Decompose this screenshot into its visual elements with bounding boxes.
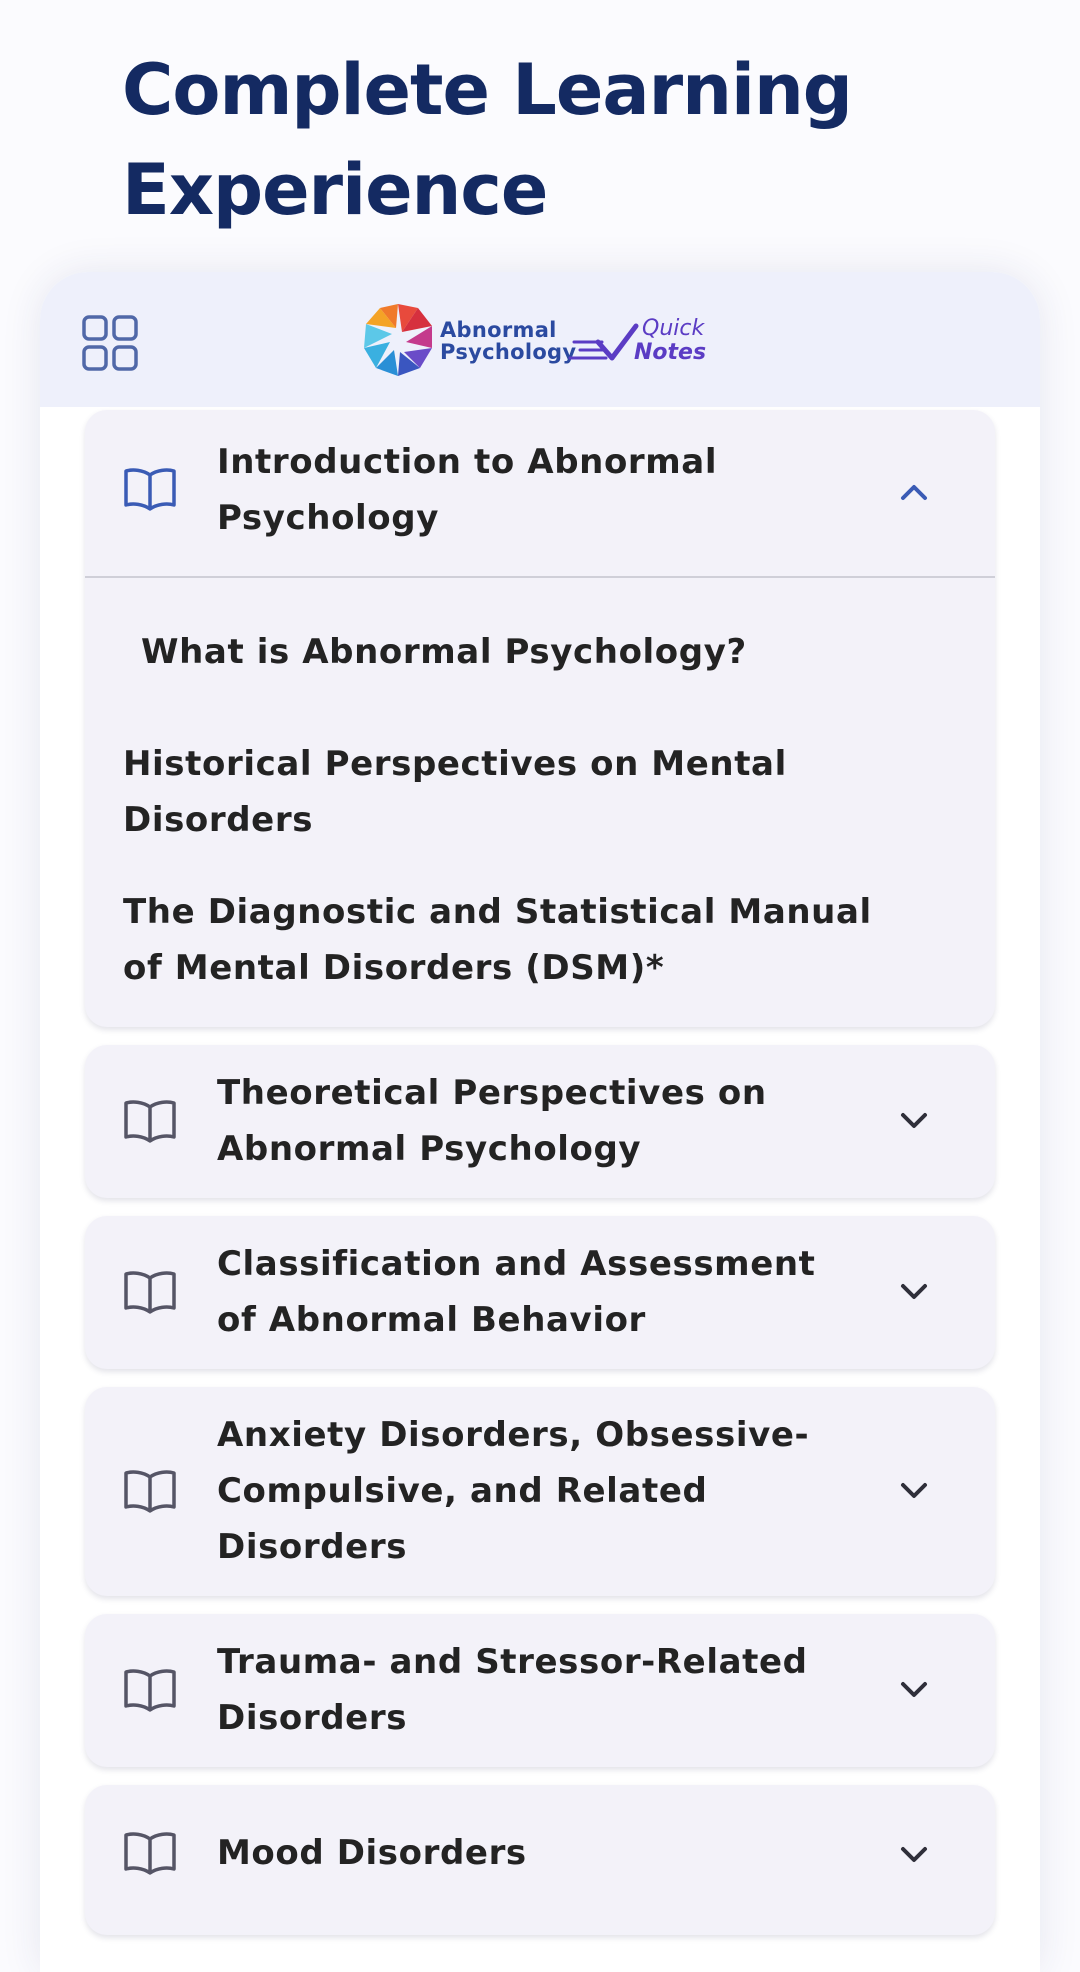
- chapter-title-6: Mood Disorders: [217, 1833, 527, 1873]
- chevron-down-icon[interactable]: [897, 1843, 931, 1867]
- chevron-down-icon[interactable]: [897, 1280, 931, 1304]
- chapter-header-1[interactable]: Introduction to Abnormal Psychology: [85, 410, 995, 578]
- chapter-title-1: Introduction to Abnormal Psychology: [217, 442, 718, 538]
- chapter-accordion-6[interactable]: Mood Disorders: [85, 1785, 995, 1935]
- grid-menu-icon[interactable]: [82, 315, 138, 371]
- app-top-bar: Abnormal Psychology Quick Notes: [40, 272, 1040, 407]
- book-open-icon: [124, 1100, 176, 1143]
- topic-item-1[interactable]: What is Abnormal Psychology?: [141, 624, 901, 680]
- chapter-title-5: Trauma- and Stressor-Related Disorders: [217, 1642, 808, 1738]
- logo-name-line-2: Psychology: [440, 340, 577, 364]
- logo-tag-line-1: Quick: [642, 316, 705, 341]
- book-open-icon: [124, 1271, 176, 1314]
- topic-item-2[interactable]: Historical Perspectives on Mental Disord…: [123, 736, 883, 848]
- chapter-accordion-5[interactable]: Trauma- and Stressor-Related Disorders: [85, 1614, 995, 1767]
- headline-line-1: Complete Learning: [122, 49, 853, 131]
- chapter-accordion-2[interactable]: Theoretical Perspectives on Abnormal Psy…: [85, 1045, 995, 1198]
- app-logo: Abnormal Psychology Quick Notes: [362, 302, 742, 382]
- chapter-accordion-1: Introduction to Abnormal Psychology What…: [85, 410, 995, 1027]
- book-open-icon: [124, 1669, 176, 1712]
- topic-item-3[interactable]: The Diagnostic and Statistical Manual of…: [123, 884, 883, 996]
- chevron-down-icon[interactable]: [897, 1109, 931, 1133]
- chapter-title-3: Classification and Assessment of Abnorma…: [217, 1244, 816, 1340]
- app-screen: Abnormal Psychology Quick Notes Introduc…: [40, 272, 1040, 1972]
- brain-logo-icon: [364, 304, 432, 376]
- chapter-accordion-4[interactable]: Anxiety Disorders, Obsessive-Compulsive,…: [85, 1387, 995, 1596]
- logo-tag-line-2: Notes: [634, 340, 707, 365]
- book-open-icon: [124, 1470, 176, 1513]
- chevron-down-icon[interactable]: [897, 1479, 931, 1503]
- logo-name-line-1: Abnormal: [440, 318, 557, 342]
- chapter-title-4: Anxiety Disorders, Obsessive-Compulsive,…: [217, 1415, 810, 1567]
- headline-line-2: Experience: [122, 149, 548, 231]
- checkmark-swoosh-icon: [568, 323, 639, 361]
- chevron-up-icon[interactable]: [897, 480, 931, 504]
- chevron-down-icon[interactable]: [897, 1678, 931, 1702]
- book-open-icon: [124, 468, 176, 511]
- chapter-title-2: Theoretical Perspectives on Abnormal Psy…: [217, 1073, 767, 1169]
- book-open-icon: [124, 1832, 176, 1875]
- chapter-divider: [85, 576, 995, 578]
- page-headline: Complete Learning Experience: [122, 40, 853, 240]
- chapter-accordion-3[interactable]: Classification and Assessment of Abnorma…: [85, 1216, 995, 1369]
